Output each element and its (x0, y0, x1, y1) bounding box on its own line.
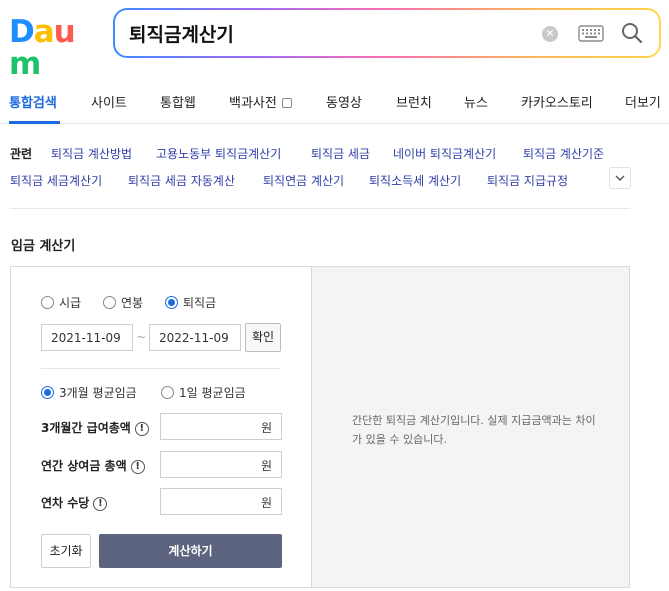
logo-letter-a: a (33, 14, 55, 50)
radio-circle (161, 386, 174, 399)
section-divider (10, 208, 630, 209)
field-label-3month-pay: 3개월간 급여총액! (41, 419, 149, 436)
tab-site[interactable]: 사이트 (91, 92, 127, 111)
amount-input-3month-pay[interactable]: 원 (160, 413, 282, 440)
related-link[interactable]: 퇴직금 세금계산기 (10, 172, 102, 189)
field-label-text: 연간 상여금 총액 (41, 459, 127, 473)
related-link[interactable]: 퇴직금 세금 (311, 145, 370, 162)
radio-circle (41, 386, 54, 399)
tab-encyclopedia-label: 백과사전 (229, 96, 277, 111)
radio-label: 퇴직금 (183, 296, 217, 310)
calculator-title: 임금 계산기 (11, 239, 76, 254)
close-icon: ✕ (545, 27, 555, 40)
reset-button[interactable]: 초기화 (41, 534, 91, 568)
tab-integrated-web[interactable]: 통합웹 (160, 92, 196, 111)
radio-circle (103, 296, 116, 309)
related-link[interactable]: 퇴직금 계산방법 (51, 145, 132, 162)
related-expand-button[interactable] (609, 167, 631, 189)
calculate-button[interactable]: 계산하기 (99, 534, 282, 568)
type-radio-severance[interactable]: 퇴직금 (165, 294, 216, 311)
field-label-leave-allowance: 연차 수당! (41, 494, 108, 511)
tab-brunch[interactable]: 브런치 (396, 92, 432, 111)
related-link[interactable]: 퇴직금 지급규정 (487, 172, 568, 189)
search-box-inner: ✕ (115, 10, 659, 56)
tab-kakaostory[interactable]: 카카오스토리 (521, 92, 593, 111)
radio-label: 3개월 평균임금 (59, 386, 137, 400)
currency-unit: 원 (260, 421, 272, 435)
start-date-input[interactable] (41, 324, 133, 351)
tab-encyclopedia[interactable]: 백과사전 (229, 92, 292, 111)
wage-radio-daily[interactable]: 1일 평균임금 (161, 384, 246, 401)
related-link[interactable]: 퇴직금 계산기준 (523, 145, 604, 162)
wage-radio-3month[interactable]: 3개월 평균임금 (41, 384, 137, 401)
search-icon (622, 23, 643, 44)
tab-news[interactable]: 뉴스 (464, 92, 488, 111)
active-tab-underline (9, 121, 60, 124)
related-link[interactable]: 네이버 퇴직금계산기 (393, 145, 496, 162)
info-icon[interactable]: ! (134, 422, 149, 436)
daum-logo[interactable]: Daum (9, 14, 97, 80)
type-radio-hourly[interactable]: 시급 (41, 294, 81, 311)
calculator-panel: 시급 연봉 퇴직금 ~ 확인 3개월 평균임금 1일 평균임금 3개월간 급여총… (10, 266, 630, 588)
related-link[interactable]: 퇴직연금 계산기 (263, 172, 344, 189)
related-link[interactable]: 고용노동부 퇴직금계산기 (156, 145, 281, 162)
clear-search-button[interactable]: ✕ (542, 26, 558, 42)
type-radio-salary[interactable]: 연봉 (103, 294, 143, 311)
logo-letter-d: D (9, 14, 35, 50)
related-link[interactable]: 퇴직금 세금 자동계산 (128, 172, 235, 189)
radio-label: 1일 평균임금 (179, 386, 246, 400)
search-button[interactable] (620, 21, 644, 45)
end-date-input[interactable] (149, 324, 241, 351)
radio-label: 연봉 (121, 296, 144, 310)
field-label-text: 3개월간 급여총액 (41, 421, 131, 435)
keyboard-button[interactable] (578, 25, 604, 42)
logo-letter-m: m (9, 46, 41, 82)
search-input[interactable] (129, 20, 529, 46)
calculator-form: 시급 연봉 퇴직금 ~ 확인 3개월 평균임금 1일 평균임금 3개월간 급여총… (11, 267, 312, 587)
info-icon[interactable]: ! (93, 497, 108, 511)
radio-circle (165, 296, 178, 309)
tab-integrated-search[interactable]: 통합검색 (9, 92, 57, 111)
chevron-down-icon (615, 175, 625, 181)
tab-video[interactable]: 동영상 (326, 92, 362, 111)
keyboard-icon (578, 25, 604, 42)
related-heading: 관련 (10, 147, 33, 161)
field-label-text: 연차 수당 (41, 496, 90, 510)
related-link[interactable]: 퇴직소득세 계산기 (369, 172, 461, 189)
amount-input-bonus[interactable]: 원 (160, 451, 282, 478)
result-area: 간단한 퇴직금 계산기입니다. 실제 지급금액과는 차이가 있을 수 있습니다. (312, 267, 629, 587)
logo-letter-u: u (53, 14, 76, 50)
confirm-date-button[interactable]: 확인 (245, 323, 281, 352)
radio-label: 시급 (59, 296, 82, 310)
dictionary-box-icon (281, 98, 292, 108)
search-box: ✕ (113, 8, 661, 58)
info-icon[interactable]: ! (130, 460, 145, 474)
calculator-description: 간단한 퇴직금 계산기입니다. 실제 지급금액과는 차이가 있을 수 있습니다. (352, 414, 596, 446)
radio-circle (41, 296, 54, 309)
currency-unit: 원 (260, 496, 272, 510)
search-tabs: 통합검색 사이트 통합웹 백과사전 동영상 브런치 뉴스 카카오스토리 더보기 (0, 80, 669, 124)
date-separator: ~ (136, 330, 147, 344)
field-label-bonus: 연간 상여금 총액! (41, 457, 145, 474)
tab-more[interactable]: 더보기 (625, 92, 661, 111)
currency-unit: 원 (260, 459, 272, 473)
form-divider (41, 368, 281, 369)
amount-input-leave-allowance[interactable]: 원 (160, 488, 282, 515)
